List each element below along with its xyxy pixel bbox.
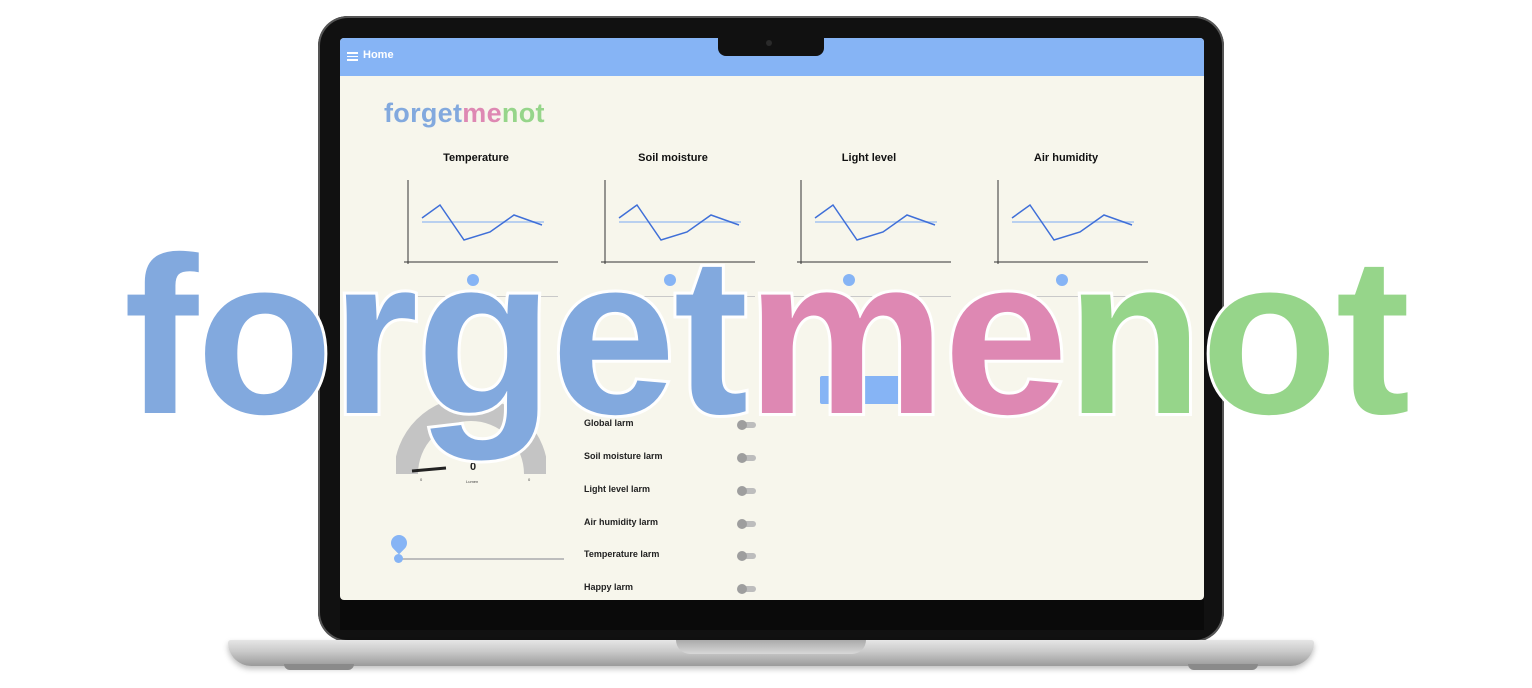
gauge-min: 0 bbox=[420, 477, 423, 482]
laptop-foot bbox=[1188, 664, 1258, 670]
hero-logo: forgetmenot bbox=[0, 221, 1532, 451]
logo-part-me: me bbox=[462, 98, 502, 128]
chart-title-soil-moisture: Soil moisture bbox=[638, 152, 708, 164]
switch-label-temperature: Temperature larm bbox=[584, 549, 660, 559]
hero-logo-me: me bbox=[743, 211, 1071, 461]
switch-label-happy: Happy larm bbox=[584, 582, 634, 592]
toggle-air-humidity[interactable] bbox=[737, 519, 756, 529]
chart-title-light-level: Light level bbox=[841, 152, 897, 164]
gauge-max: 0 bbox=[528, 477, 531, 482]
camera-icon bbox=[766, 40, 772, 46]
logo-part-forget: forget bbox=[384, 98, 463, 128]
slider-track[interactable] bbox=[398, 558, 564, 560]
hero-logo-not: not bbox=[1063, 211, 1413, 461]
laptop-opening-groove bbox=[676, 640, 866, 654]
toggle-temperature[interactable] bbox=[737, 551, 756, 561]
gauge-value: 0 bbox=[470, 461, 477, 473]
app-logo: forgetmenot bbox=[384, 98, 545, 129]
switch-label-air-humidity: Air humidity larm bbox=[584, 517, 659, 527]
toggle-happy[interactable] bbox=[737, 584, 756, 594]
laptop-chin bbox=[340, 600, 1204, 630]
slider-value-pin bbox=[387, 531, 411, 555]
switch-label-light-level: Light level larm bbox=[584, 484, 651, 494]
chart-title-temperature: Temperature bbox=[443, 152, 509, 164]
slider-thumb[interactable] bbox=[394, 554, 403, 563]
logo-part-not: not bbox=[501, 98, 545, 128]
laptop-foot bbox=[284, 664, 354, 670]
chart-title-air-humidity: Air humidity bbox=[1033, 152, 1099, 164]
hero-logo-forget: forget bbox=[121, 211, 752, 461]
app-bar-title: Home bbox=[363, 49, 394, 61]
hamburger-menu-icon[interactable] bbox=[347, 52, 358, 61]
gauge-unit: Lumen bbox=[466, 479, 479, 484]
toggle-light-level[interactable] bbox=[737, 486, 756, 496]
